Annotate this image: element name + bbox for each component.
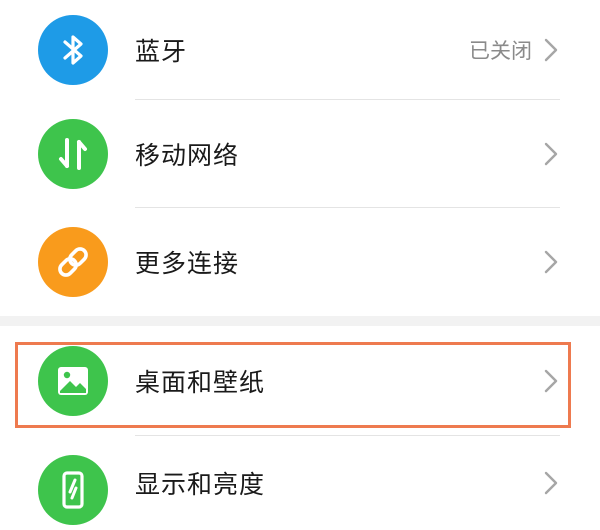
settings-item-label: 移动网络	[135, 141, 240, 170]
chevron-right-icon	[544, 250, 558, 274]
link-icon	[38, 227, 108, 297]
section-gap	[0, 316, 600, 326]
chevron-right-icon	[544, 471, 558, 495]
settings-item-more-connections[interactable]: 更多连接	[0, 208, 600, 316]
settings-item-display-brightness[interactable]: 显示和亮度	[0, 436, 600, 530]
settings-group-connectivity: 蓝牙 已关闭 移动网络 更多连接	[0, 0, 600, 316]
settings-item-label: 桌面和壁纸	[135, 368, 266, 397]
settings-group-display: 桌面和壁纸 显示和亮度	[0, 326, 600, 530]
bluetooth-status: 已关闭	[469, 39, 532, 63]
phone-display-icon	[38, 455, 108, 525]
mobile-data-icon	[38, 119, 108, 189]
chevron-right-icon	[544, 38, 558, 62]
settings-item-bluetooth[interactable]: 蓝牙 已关闭	[0, 0, 600, 100]
bluetooth-icon	[38, 15, 108, 85]
chevron-right-icon	[544, 142, 558, 166]
settings-item-label: 更多连接	[135, 249, 240, 278]
settings-item-home-wallpaper[interactable]: 桌面和壁纸	[0, 326, 600, 436]
image-icon	[38, 346, 108, 416]
chevron-right-icon	[544, 369, 558, 393]
settings-item-mobile-network[interactable]: 移动网络	[0, 100, 600, 208]
settings-item-label: 显示和亮度	[135, 470, 266, 499]
settings-item-label: 蓝牙	[135, 37, 188, 66]
